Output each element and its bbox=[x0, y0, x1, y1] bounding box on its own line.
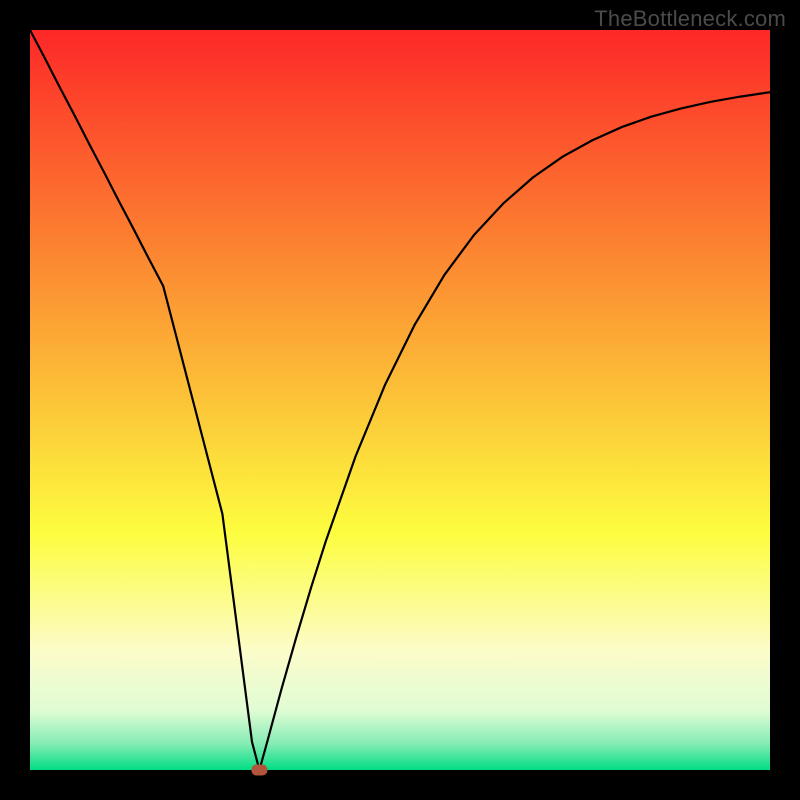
chart-plot-area bbox=[30, 30, 770, 770]
chart-container: TheBottleneck.com bbox=[0, 0, 800, 800]
watermark-text: TheBottleneck.com bbox=[594, 6, 786, 32]
optimal-point-marker bbox=[251, 765, 267, 776]
bottleneck-chart bbox=[0, 0, 800, 800]
